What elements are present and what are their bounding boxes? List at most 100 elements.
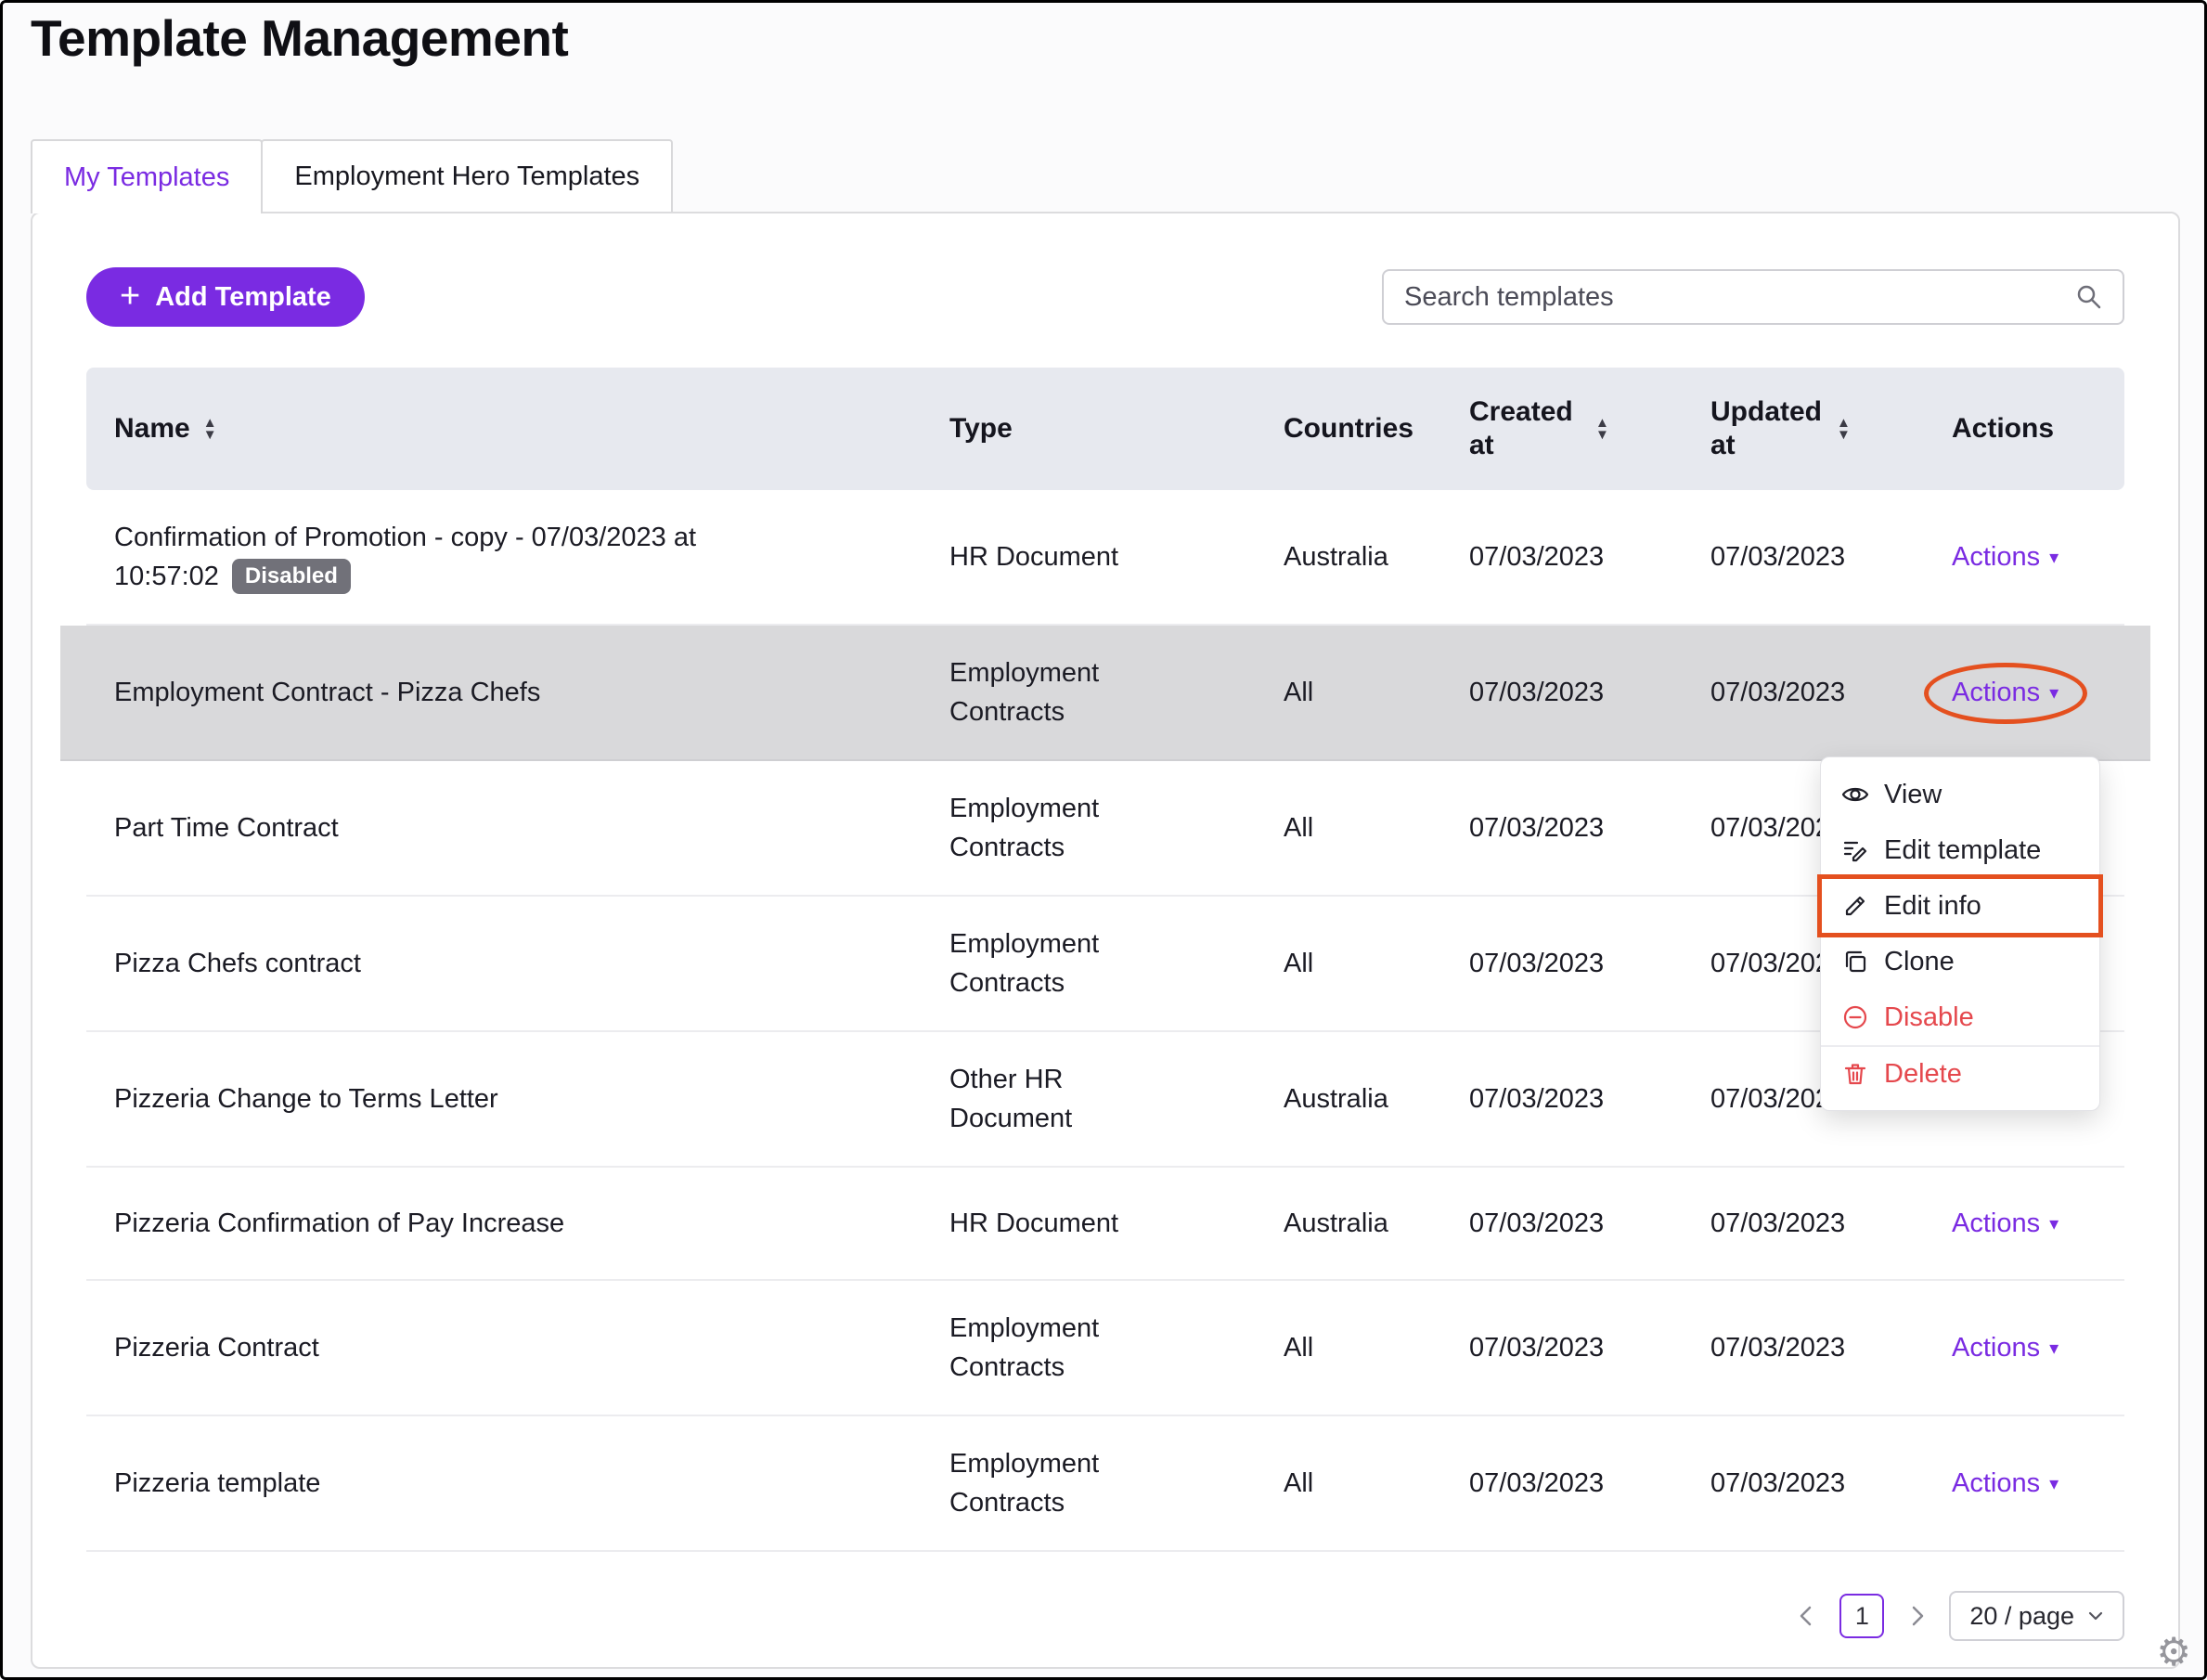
column-label: Updated at [1710, 396, 1822, 460]
add-template-button[interactable]: + Add Template [86, 267, 365, 327]
column-label: Actions [1952, 413, 2055, 444]
cell-updated-at: 07/03/2023 [1710, 1333, 1846, 1363]
actions-label: Actions [1952, 542, 2041, 572]
tab-label: My Templates [64, 162, 230, 192]
cell-type: Employment Contracts [949, 929, 1100, 998]
add-template-label: Add Template [155, 281, 331, 312]
row-actions-button[interactable]: Actions ▾ [1952, 1468, 2059, 1499]
eye-icon [1841, 781, 1869, 808]
search-input[interactable] [1402, 280, 2074, 314]
page-title: Template Management [31, 9, 569, 67]
menu-item-label: Clone [1884, 946, 1955, 976]
next-page-button[interactable] [1904, 1604, 1929, 1628]
cell-actions: Actions ▾ [1933, 1204, 2124, 1243]
template-name: Confirmation of Promotion - copy - 07/03… [114, 523, 697, 591]
cell-name: Pizzeria Confirmation of Pay Increase [86, 1204, 931, 1243]
cell-name: Pizzeria Contract [86, 1328, 931, 1367]
cell-countries: Australia [1284, 1084, 1388, 1114]
table-row-selected: Employment Contract - Pizza Chefs Employ… [60, 626, 2150, 761]
cell-updated-at: 07/03/2023 [1710, 678, 1846, 707]
column-label: Name [114, 413, 190, 444]
page-number-button[interactable]: 1 [1839, 1594, 1885, 1638]
table-header: Name ▲ ▼ Type Countries Created at ▲ ▼ Upd… [86, 368, 2124, 490]
column-header-created-at: Created at ▲ ▼ [1451, 395, 1692, 462]
row-actions-button[interactable]: Actions ▾ [1952, 1333, 2059, 1363]
cell-countries: All [1284, 678, 1314, 707]
menu-item-view[interactable]: View [1821, 767, 2099, 822]
search-icon[interactable] [2074, 282, 2104, 312]
tab-label: Employment Hero Templates [294, 161, 640, 191]
menu-item-label: Disable [1884, 1002, 1974, 1032]
cell-updated-at: 07/03/2023 [1710, 542, 1846, 572]
chevron-down-icon: ▾ [2049, 1338, 2059, 1359]
sort-desc-icon: ▼ [1595, 427, 1609, 443]
menu-item-disable[interactable]: Disable [1821, 989, 2099, 1045]
menu-item-label: Edit info [1884, 890, 1981, 921]
cell-created-at: 07/03/2023 [1469, 1084, 1605, 1114]
tab-my-templates[interactable]: My Templates [31, 139, 264, 213]
chevron-down-icon [2088, 1611, 2103, 1621]
cell-name: Pizzeria template [86, 1464, 931, 1503]
table-row: Pizzeria template Employment Contracts A… [86, 1416, 2124, 1552]
sort-icon[interactable]: ▲ ▼ [1595, 416, 1609, 443]
template-management-screen: Template Management My Templates Employm… [0, 0, 2207, 1680]
cell-countries: All [1284, 1333, 1314, 1363]
cell-type: Employment Contracts [949, 794, 1100, 862]
template-name: Pizza Chefs contract [114, 949, 361, 978]
previous-page-button[interactable] [1795, 1604, 1819, 1628]
tab-employment-hero-templates[interactable]: Employment Hero Templates [261, 139, 674, 212]
cell-name: Pizza Chefs contract [86, 944, 931, 983]
menu-item-clone[interactable]: Clone [1821, 934, 2099, 989]
chevron-left-icon [1800, 1606, 1812, 1626]
cell-created-at: 07/03/2023 [1469, 813, 1605, 843]
cell-actions: Actions ▾ [1933, 1328, 2124, 1367]
cell-created-at: 07/03/2023 [1469, 542, 1605, 572]
table-row: Pizzeria Confirmation of Pay Increase HR… [86, 1168, 2124, 1281]
sort-desc-icon: ▼ [1837, 427, 1851, 443]
column-header-name: Name ▲ ▼ [86, 412, 931, 446]
status-badge: Disabled [231, 559, 351, 594]
template-name: Pizzeria template [114, 1468, 321, 1498]
trash-icon [1841, 1060, 1869, 1088]
clone-icon [1841, 948, 1869, 976]
cell-name: Confirmation of Promotion - copy - 07/03… [86, 518, 931, 596]
row-actions-button[interactable]: Actions ▾ [1952, 542, 2059, 573]
cell-updated-at: 07/03/2023 [1710, 1468, 1846, 1498]
sort-icon[interactable]: ▲ ▼ [1837, 416, 1851, 443]
column-header-type: Type [931, 412, 1265, 446]
column-header-countries: Countries [1265, 412, 1451, 446]
menu-item-delete[interactable]: Delete [1821, 1045, 2099, 1101]
tab-bar: My Templates Employment Hero Templates [31, 139, 674, 213]
cell-created-at: 07/03/2023 [1469, 1468, 1605, 1498]
chevron-down-icon: ▾ [2049, 547, 2059, 568]
page-size-select[interactable]: 20 / page [1949, 1591, 2124, 1641]
cell-type: Employment Contracts [949, 1449, 1100, 1518]
template-name: Employment Contract - Pizza Chefs [114, 678, 541, 707]
table-row: Pizzeria Contract Employment Contracts A… [86, 1281, 2124, 1416]
cell-countries: Australia [1284, 1208, 1388, 1238]
cell-name: Part Time Contract [86, 808, 931, 847]
table-row: Confirmation of Promotion - copy - 07/03… [86, 490, 2124, 626]
cell-countries: Australia [1284, 542, 1388, 572]
template-name: Pizzeria Confirmation of Pay Increase [114, 1208, 565, 1238]
cell-type: Employment Contracts [949, 658, 1100, 727]
column-label: Type [949, 413, 1013, 444]
menu-item-label: Edit template [1884, 834, 2042, 865]
column-header-actions: Actions [1933, 412, 2124, 446]
sort-icon[interactable]: ▲ ▼ [202, 416, 217, 443]
cell-name: Pizzeria Change to Terms Letter [86, 1079, 931, 1118]
chevron-down-icon: ▾ [2049, 682, 2059, 704]
column-label: Countries [1284, 413, 1414, 444]
row-actions-button[interactable]: Actions ▾ [1952, 1208, 2059, 1239]
cell-created-at: 07/03/2023 [1469, 1333, 1605, 1363]
cell-type: Employment Contracts [949, 1313, 1100, 1382]
actions-label: Actions [1952, 1468, 2041, 1498]
column-header-updated-at: Updated at ▲ ▼ [1692, 395, 1933, 462]
menu-item-edit-info[interactable]: Edit info [1817, 874, 2103, 937]
row-actions-button[interactable]: Actions ▾ [1952, 678, 2059, 708]
cell-type: HR Document [949, 542, 1119, 572]
cell-created-at: 07/03/2023 [1469, 949, 1605, 978]
menu-item-edit-template[interactable]: Edit template [1821, 822, 2099, 878]
gear-icon[interactable]: ⚙ [2156, 1633, 2191, 1672]
sort-desc-icon: ▼ [202, 427, 217, 443]
